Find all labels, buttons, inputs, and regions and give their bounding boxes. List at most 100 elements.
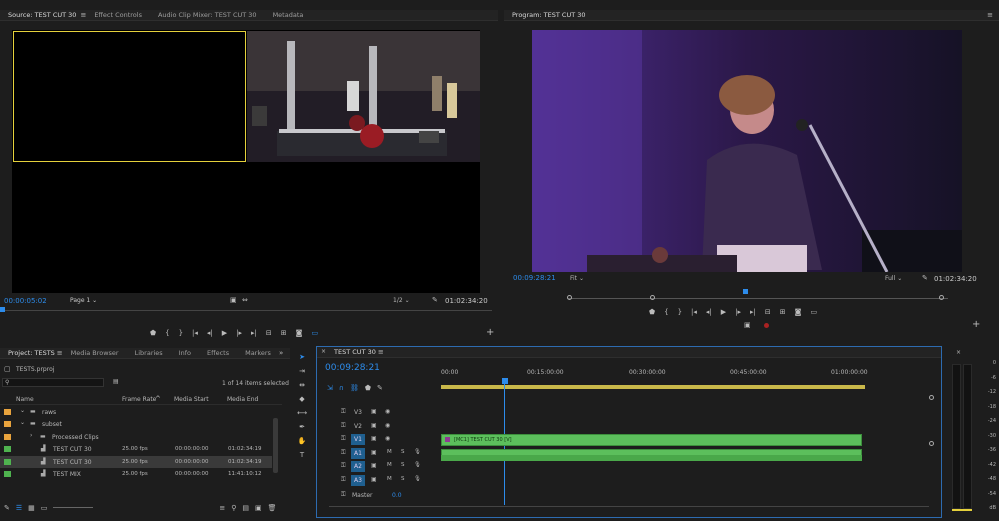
master-value[interactable]: 0.0 xyxy=(392,492,402,499)
col-frame-rate[interactable]: Frame Rate xyxy=(122,396,156,403)
source-multicam-angle-2[interactable] xyxy=(247,31,480,162)
track-label[interactable]: A3 xyxy=(351,475,365,486)
tab-libraries[interactable]: Libraries xyxy=(127,348,171,359)
timeline-hscroll[interactable] xyxy=(329,506,929,511)
list-item[interactable]: ▬ › Processed Clips xyxy=(0,431,272,443)
sync-lock-icon[interactable]: ▣ xyxy=(371,462,377,469)
project-scrollbar[interactable] xyxy=(273,418,278,473)
mute-button[interactable]: M xyxy=(387,476,392,482)
step-forward-icon[interactable]: |▸ xyxy=(735,307,741,317)
list-item[interactable]: ▬ ⌄ raws xyxy=(0,406,272,418)
go-to-in-icon[interactable]: |◂ xyxy=(691,307,697,317)
sync-lock-icon[interactable]: ▣ xyxy=(371,476,377,483)
go-to-out-icon[interactable]: ▸| xyxy=(251,328,257,338)
disclosure-triangle-icon[interactable]: › xyxy=(30,432,32,439)
sync-lock-icon[interactable]: ▣ xyxy=(371,449,377,456)
lock-icon[interactable]: ⚿ xyxy=(341,476,346,484)
video-clip[interactable]: [MC1] TEST CUT 30 [V] xyxy=(441,434,862,446)
col-media-end[interactable]: Media End xyxy=(227,396,258,403)
tab-effect-controls[interactable]: Effect Controls xyxy=(86,10,150,21)
wrench-icon[interactable]: ✎ xyxy=(922,273,928,283)
multicam-icon[interactable]: ▭ xyxy=(311,328,318,338)
pen-tool-icon[interactable]: ✒ xyxy=(299,422,305,432)
comparison-view-icon[interactable]: ▭ xyxy=(810,307,817,317)
add-marker-icon[interactable]: ⬟ xyxy=(365,383,371,393)
selection-tool-icon[interactable]: ➤ xyxy=(299,352,305,362)
timeline-vscroll-top[interactable] xyxy=(929,395,934,400)
camera-icon[interactable]: ◙ xyxy=(795,307,802,317)
step-back-icon[interactable]: ◂| xyxy=(207,328,213,338)
find-icon[interactable]: ⚲ xyxy=(231,503,236,513)
type-tool-icon[interactable]: T xyxy=(300,450,304,460)
insert-icon[interactable]: ⊟ xyxy=(266,328,272,338)
record-icon[interactable] xyxy=(764,323,769,328)
source-timecode[interactable]: 00:00:05:02 xyxy=(4,297,47,305)
lock-icon[interactable]: ⚿ xyxy=(341,422,346,430)
sync-lock-icon[interactable]: ▣ xyxy=(371,408,377,415)
list-item[interactable]: ▟ TEST CUT 30 25.00 fps 00:00:00:00 01:02:34… xyxy=(0,455,272,468)
tab-sequence[interactable]: TEST CUT 30 xyxy=(326,347,384,358)
label-color-swatch[interactable] xyxy=(4,446,11,453)
source-multicam-angle-1[interactable] xyxy=(13,31,246,162)
settings-icon[interactable]: ▣ xyxy=(230,295,237,305)
mute-button[interactable]: M xyxy=(387,449,392,455)
overwrite-icon[interactable]: ⊞ xyxy=(281,328,287,338)
mark-in-icon[interactable]: { xyxy=(664,307,668,317)
program-zoom-handle-left[interactable] xyxy=(567,295,572,300)
lock-icon[interactable]: ⚿ xyxy=(341,449,346,457)
source-resolution-select[interactable]: 1/2 ⌄ xyxy=(393,297,410,304)
mark-out-icon[interactable]: } xyxy=(179,328,183,338)
tab-effects[interactable]: Effects xyxy=(199,348,237,359)
tab-project[interactable]: Project: TESTS xyxy=(0,348,63,359)
panel-menu-icon[interactable]: ≡ xyxy=(378,347,384,357)
track-label[interactable]: V3 xyxy=(351,407,365,418)
tab-info[interactable]: Info xyxy=(171,348,199,359)
lock-icon[interactable]: ⚿ xyxy=(341,462,346,470)
timeline-settings-icon[interactable]: ✎ xyxy=(377,383,383,393)
play-icon[interactable]: ▶ xyxy=(222,328,227,338)
mark-out-icon[interactable]: } xyxy=(678,307,682,317)
eye-icon[interactable]: ◉ xyxy=(385,408,390,415)
program-timecode[interactable]: 00:09:28:21 xyxy=(513,274,556,282)
multicam-view-icon[interactable]: ▣ xyxy=(744,320,751,330)
tab-program[interactable]: Program: TEST CUT 30 xyxy=(504,10,594,21)
eye-icon[interactable]: ◉ xyxy=(385,435,390,442)
lock-icon[interactable]: ⚿ xyxy=(341,435,346,443)
track-label[interactable]: V1 xyxy=(351,434,365,446)
disclosure-triangle-icon[interactable]: ⌄ xyxy=(20,419,25,426)
tab-media-browser[interactable]: Media Browser xyxy=(63,348,127,359)
mic-icon[interactable]: 🎙 xyxy=(414,462,421,468)
lock-icon[interactable]: ⚿ xyxy=(341,490,346,500)
lift-icon[interactable]: ⊟ xyxy=(765,307,771,317)
source-scrubber[interactable] xyxy=(2,310,492,315)
tab-source[interactable]: Source: TEST CUT 30 xyxy=(0,10,84,21)
disclosure-triangle-icon[interactable]: ⌄ xyxy=(20,407,25,414)
ripple-edit-tool-icon[interactable]: ⇹ xyxy=(299,380,305,390)
label-color-swatch[interactable] xyxy=(4,409,11,415)
list-view-icon[interactable]: ☰ xyxy=(16,503,22,513)
marker-icon[interactable]: ⬟ xyxy=(649,307,655,317)
audio-clip-a1-lower[interactable] xyxy=(441,455,862,461)
tab-audio-clip-mixer[interactable]: Audio Clip Mixer: TEST CUT 30 xyxy=(150,10,265,21)
mic-icon[interactable]: 🎙 xyxy=(414,476,421,482)
label-color-swatch[interactable] xyxy=(4,433,11,440)
sort-ascending-icon[interactable]: ^ xyxy=(155,394,161,404)
safe-margins-icon[interactable]: ⇔ xyxy=(242,295,248,305)
col-media-start[interactable]: Media Start xyxy=(174,396,209,403)
track-label[interactable]: A2 xyxy=(351,461,365,473)
timeline-ruler[interactable]: 00:00 00:15:00:00 00:30:00:00 00:45:00:0… xyxy=(441,369,931,391)
camera-icon[interactable]: ◙ xyxy=(296,328,303,338)
go-to-in-icon[interactable]: |◂ xyxy=(192,328,198,338)
sort-icons-icon[interactable]: ≡ xyxy=(219,503,225,513)
label-color-swatch[interactable] xyxy=(4,458,11,465)
program-zoom-handle-right[interactable] xyxy=(939,295,944,300)
tab-metadata[interactable]: Metadata xyxy=(265,10,312,21)
new-bin-icon[interactable]: ▤ xyxy=(242,503,249,513)
timeline-vscroll-bottom[interactable] xyxy=(929,441,934,446)
add-button-icon[interactable]: + xyxy=(486,328,494,338)
lock-icon[interactable]: ⚿ xyxy=(341,408,346,416)
add-button-icon[interactable]: + xyxy=(972,320,980,330)
sync-lock-icon[interactable]: ▣ xyxy=(371,435,377,442)
zoom-slider[interactable] xyxy=(53,503,94,508)
program-zoom-bar[interactable] xyxy=(568,298,948,302)
